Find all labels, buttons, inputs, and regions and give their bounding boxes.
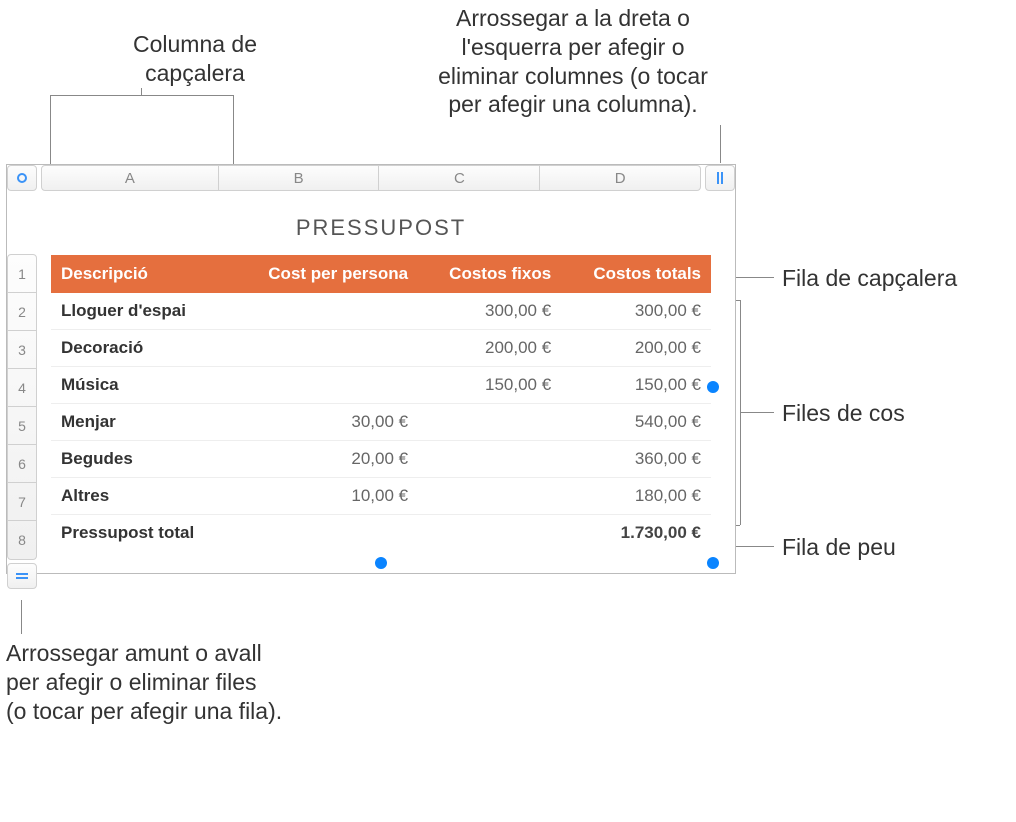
- cell[interactable]: 150,00 €: [561, 367, 711, 404]
- row-headers: 1 2 3 4 5 6 7 8: [7, 254, 37, 560]
- header-cell[interactable]: Cost per persona: [231, 255, 418, 293]
- cell[interactable]: Menjar: [51, 404, 231, 441]
- cell[interactable]: 200,00 €: [418, 330, 561, 367]
- cell[interactable]: 20,00 €: [231, 441, 418, 478]
- cell[interactable]: 300,00 €: [418, 293, 561, 330]
- cell[interactable]: [231, 293, 418, 330]
- leader-line: [141, 88, 142, 96]
- cell[interactable]: Altres: [51, 478, 231, 515]
- header-row: Descripció Cost per persona Costos fixos…: [51, 255, 711, 293]
- circle-icon: [17, 173, 27, 183]
- cell[interactable]: [418, 441, 561, 478]
- cell[interactable]: [418, 404, 561, 441]
- cell[interactable]: Lloguer d'espai: [51, 293, 231, 330]
- cell[interactable]: [231, 367, 418, 404]
- selection-handle-icon[interactable]: [375, 557, 387, 569]
- cell[interactable]: 10,00 €: [231, 478, 418, 515]
- text: eliminar columnes (o tocar: [438, 63, 708, 89]
- row-header[interactable]: 7: [8, 483, 36, 521]
- row-header[interactable]: 3: [8, 331, 36, 369]
- callout-body-rows: Files de cos: [782, 399, 905, 428]
- column-header-a[interactable]: A: [42, 166, 219, 190]
- text: Columna de: [133, 31, 257, 57]
- cell[interactable]: 200,00 €: [561, 330, 711, 367]
- table-row: Altres 10,00 € 180,00 €: [51, 478, 711, 515]
- column-header-c[interactable]: C: [379, 166, 540, 190]
- leader-line: [720, 125, 721, 163]
- leader-line: [21, 600, 22, 634]
- cell[interactable]: 180,00 €: [561, 478, 711, 515]
- add-column-handle[interactable]: [705, 165, 735, 191]
- data-table: Descripció Cost per persona Costos fixos…: [51, 255, 711, 551]
- footer-row: Pressupost total 1.730,00 €: [51, 515, 711, 552]
- cell[interactable]: Música: [51, 367, 231, 404]
- callout-drag-columns: Arrossegar a la dreta o l'esquerra per a…: [418, 4, 728, 119]
- table-row: Música 150,00 € 150,00 €: [51, 367, 711, 404]
- text: per afegir o eliminar files: [6, 669, 257, 695]
- cell[interactable]: 300,00 €: [561, 293, 711, 330]
- row-header[interactable]: 8: [8, 521, 36, 559]
- table-select-handle[interactable]: [7, 165, 37, 191]
- cell[interactable]: 1.730,00 €: [561, 515, 711, 552]
- column-headers: A B C D: [41, 165, 701, 191]
- cell[interactable]: 150,00 €: [418, 367, 561, 404]
- text: Arrossegar amunt o avall: [6, 640, 262, 666]
- table-title: PRESSUPOST: [51, 201, 711, 255]
- selection-handle-icon[interactable]: [707, 557, 719, 569]
- rows-icon: [16, 577, 28, 579]
- column-header-d[interactable]: D: [540, 166, 700, 190]
- row-header[interactable]: 1: [8, 255, 36, 293]
- text: per afegir una columna).: [448, 91, 697, 117]
- table-area: PRESSUPOST Descripció Cost per persona C…: [51, 201, 711, 559]
- callout-header-column: Columna de capçalera: [95, 30, 295, 88]
- cell[interactable]: [418, 515, 561, 552]
- selection-handle-icon[interactable]: [707, 381, 719, 393]
- table-row: Decoració 200,00 € 200,00 €: [51, 330, 711, 367]
- callout-drag-rows: Arrossegar amunt o avall per afegir o el…: [6, 639, 346, 725]
- add-row-handle[interactable]: [7, 563, 37, 589]
- callout-header-row: Fila de capçalera: [782, 264, 957, 293]
- header-cell[interactable]: Costos fixos: [418, 255, 561, 293]
- header-cell[interactable]: Descripció: [51, 255, 231, 293]
- header-cell[interactable]: Costos totals: [561, 255, 711, 293]
- cell[interactable]: Decoració: [51, 330, 231, 367]
- row-header[interactable]: 2: [8, 293, 36, 331]
- row-header[interactable]: 4: [8, 369, 36, 407]
- column-header-b[interactable]: B: [219, 166, 380, 190]
- row-header[interactable]: 5: [8, 407, 36, 445]
- table-row: Begudes 20,00 € 360,00 €: [51, 441, 711, 478]
- cell[interactable]: [418, 478, 561, 515]
- cell[interactable]: [231, 330, 418, 367]
- row-header[interactable]: 6: [8, 445, 36, 483]
- cell[interactable]: 540,00 €: [561, 404, 711, 441]
- text: l'esquerra per afegir o: [461, 34, 684, 60]
- rows-icon: [16, 573, 28, 575]
- cell[interactable]: [231, 515, 418, 552]
- columns-icon: [717, 172, 723, 184]
- cell[interactable]: 30,00 €: [231, 404, 418, 441]
- cell[interactable]: 360,00 €: [561, 441, 711, 478]
- text: capçalera: [145, 60, 245, 86]
- table-row: Menjar 30,00 € 540,00 €: [51, 404, 711, 441]
- cell[interactable]: Begudes: [51, 441, 231, 478]
- callout-footer-row: Fila de peu: [782, 533, 896, 562]
- cell[interactable]: Pressupost total: [51, 515, 231, 552]
- spreadsheet-frame: A B C D 1 2 3 4 5 6 7 8 PRESSUPOST Descr…: [6, 164, 736, 574]
- text: Arrossegar a la dreta o: [456, 5, 690, 31]
- table-row: Lloguer d'espai 300,00 € 300,00 €: [51, 293, 711, 330]
- leader-line: [740, 412, 774, 413]
- text: (o tocar per afegir una fila).: [6, 698, 282, 724]
